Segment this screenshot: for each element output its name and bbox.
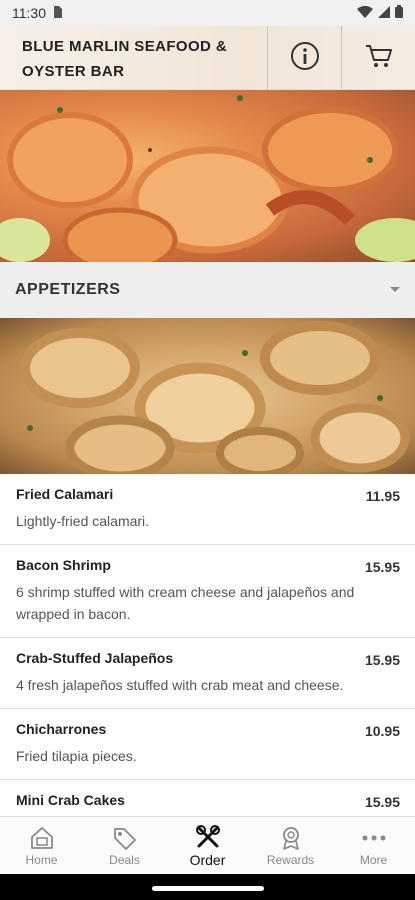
cart-icon [364, 42, 394, 75]
wifi-icon [357, 5, 373, 21]
nav-deals[interactable]: Deals [83, 817, 166, 875]
item-price: 15.95 [364, 794, 400, 810]
status-time: 11:30 [12, 5, 46, 21]
cart-button[interactable] [341, 26, 415, 90]
item-name: Chicharrones [16, 721, 107, 737]
item-price: 15.95 [364, 652, 400, 668]
system-gesture-bar [0, 874, 415, 900]
item-name: Mini Crab Cakes [16, 792, 125, 808]
menu-item-bacon-shrimp[interactable]: Bacon Shrimp 15.95 6 shrimp stuffed with… [0, 545, 415, 638]
menu-list: Fried Calamari 11.95 Lightly-fried calam… [0, 474, 415, 816]
nav-deals-label: Deals [109, 853, 140, 867]
shrimp-hero-image [0, 90, 415, 262]
status-bar: 11:30 [0, 0, 415, 26]
utensils-icon [195, 824, 221, 850]
restaurant-title: BLUE MARLIN SEAFOOD & OYSTER BAR [22, 38, 228, 80]
category-title: APPETIZERS [15, 281, 121, 298]
item-name: Fried Calamari [16, 486, 114, 502]
nav-more[interactable]: More [332, 817, 415, 875]
nav-home[interactable]: Home [0, 817, 83, 875]
nav-more-label: More [359, 853, 388, 867]
item-description: Lightly-fried calamari. [16, 513, 150, 529]
home-icon [29, 825, 55, 851]
nav-home-label: Home [25, 853, 58, 867]
bottom-navigation: Home Deals Order Rewards More [0, 816, 415, 875]
sim-icon [52, 5, 62, 21]
category-selector[interactable]: APPETIZERS [0, 262, 415, 318]
award-icon [278, 825, 304, 851]
menu-item-mini-crab-cakes[interactable]: Mini Crab Cakes 15.95 [0, 780, 415, 816]
item-price: 10.95 [364, 723, 400, 739]
nav-order[interactable]: Order [166, 817, 249, 875]
info-button[interactable] [267, 26, 341, 90]
item-description: 4 fresh jalapeños stuffed with crab meat… [16, 677, 344, 693]
item-price: 15.95 [364, 559, 400, 575]
more-dots-icon [361, 825, 387, 851]
signal-icon [378, 5, 390, 21]
item-description: 6 shrimp stuffed with cream cheese and j… [16, 584, 355, 622]
nav-order-label: Order [189, 852, 226, 868]
item-price: 11.95 [365, 488, 400, 504]
home-gesture-handle[interactable] [152, 886, 264, 891]
info-icon [290, 41, 320, 76]
tag-icon [112, 825, 138, 851]
item-description: Fried tilapia pieces. [16, 748, 137, 764]
menu-item-fried-calamari[interactable]: Fried Calamari 11.95 Lightly-fried calam… [0, 474, 415, 545]
item-name: Crab-Stuffed Jalapeños [16, 650, 174, 666]
menu-item-crab-stuffed-jalapenos[interactable]: Crab-Stuffed Jalapeños 15.95 4 fresh jal… [0, 638, 415, 709]
battery-icon [395, 5, 403, 21]
nav-rewards[interactable]: Rewards [249, 817, 332, 875]
menu-item-chicharrones[interactable]: Chicharrones 10.95 Fried tilapia pieces. [0, 709, 415, 780]
nav-rewards-label: Rewards [266, 853, 315, 867]
item-name: Bacon Shrimp [16, 557, 111, 573]
calamari-image [0, 318, 415, 474]
app-header: BLUE MARLIN SEAFOOD & OYSTER BAR [0, 26, 415, 90]
dropdown-arrow-icon [389, 281, 401, 299]
